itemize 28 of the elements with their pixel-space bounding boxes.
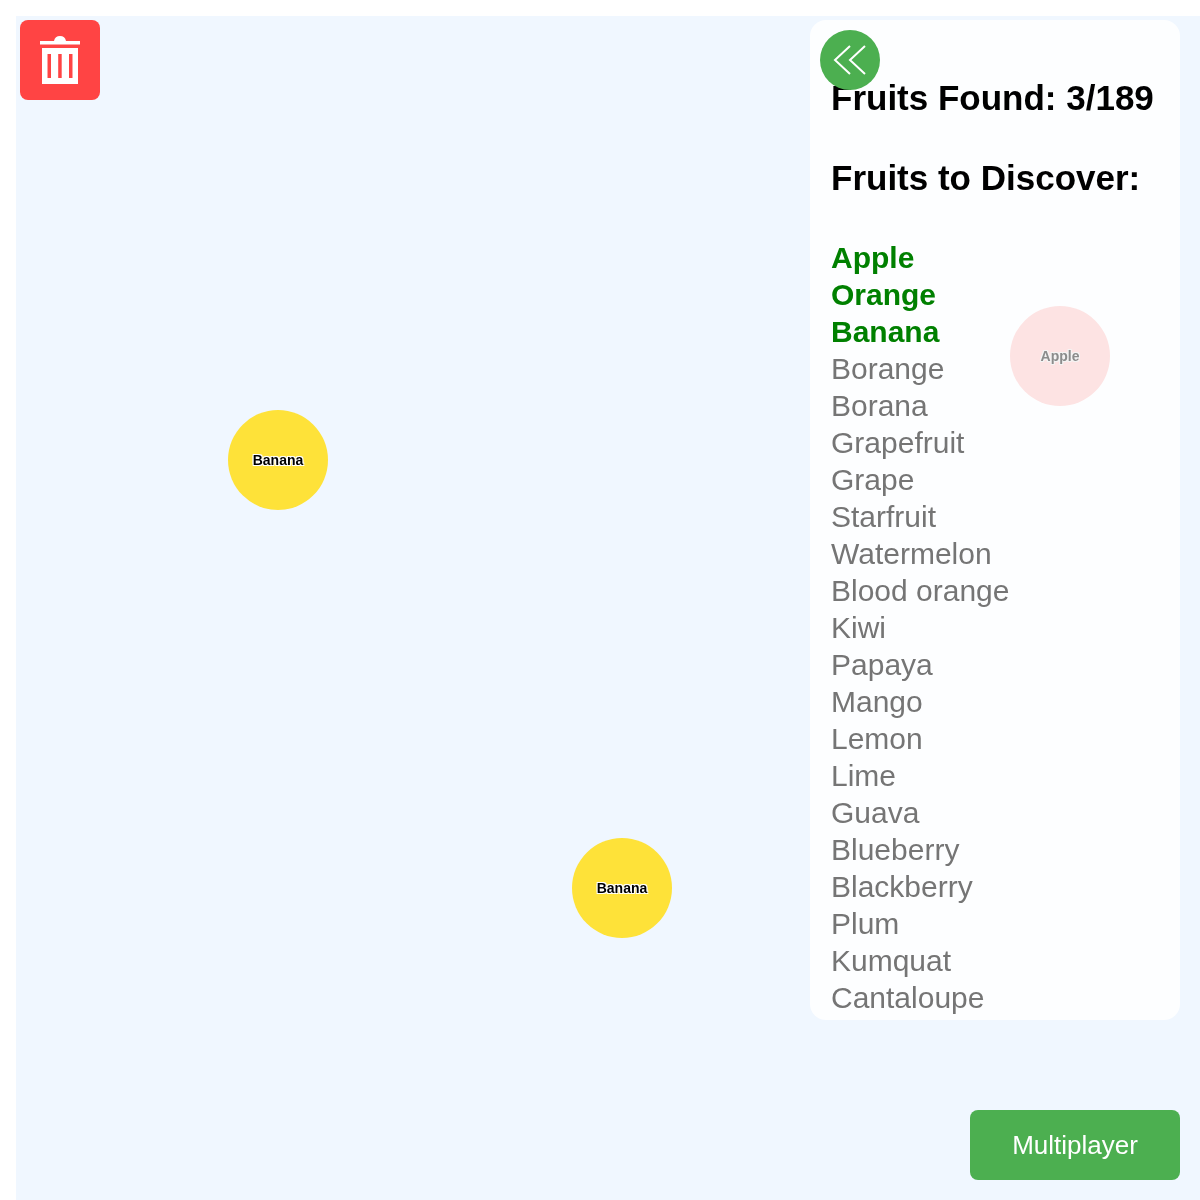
fruit-name: Lime bbox=[831, 758, 897, 794]
found-count: Fruits Found: 3/189 bbox=[831, 79, 1154, 117]
fruit-name: Plum bbox=[831, 906, 900, 942]
fruit-name: Lemon bbox=[831, 721, 923, 757]
fruit-name: Borange bbox=[831, 351, 945, 387]
fruit-name: Guava bbox=[831, 795, 920, 831]
fruit-name: Watermelon bbox=[831, 536, 992, 572]
fruit-name: Blackberry bbox=[831, 869, 973, 905]
fruit-name: Kiwi bbox=[831, 610, 886, 646]
trash-icon bbox=[40, 36, 80, 84]
fruit-name: Starfruit bbox=[831, 499, 937, 535]
discover-heading: Fruits to Discover: bbox=[831, 159, 1141, 197]
fruit-name: Kumquat bbox=[831, 943, 952, 979]
fruit-name: Grapefruit bbox=[831, 425, 965, 461]
fruit-name: Cantaloupe bbox=[831, 980, 985, 1016]
fruit-name: Orange bbox=[831, 277, 937, 313]
double-chevron-left-icon bbox=[833, 45, 867, 75]
fruit-name: Blueberry bbox=[831, 832, 960, 868]
fruit-bubble[interactable]: Banana bbox=[228, 410, 328, 510]
fruit-name: Apple bbox=[831, 240, 915, 276]
delete-button[interactable] bbox=[20, 20, 100, 100]
fruit-name: Mango bbox=[831, 684, 923, 720]
fruit-name: Blood orange bbox=[831, 573, 1010, 609]
fruit-name: Grape bbox=[831, 462, 915, 498]
fruit-bubble[interactable]: Banana bbox=[572, 838, 672, 938]
fruit-name: Papaya bbox=[831, 647, 933, 683]
fruit-name: Borana bbox=[831, 388, 928, 424]
fruit-name: Banana bbox=[831, 314, 940, 350]
